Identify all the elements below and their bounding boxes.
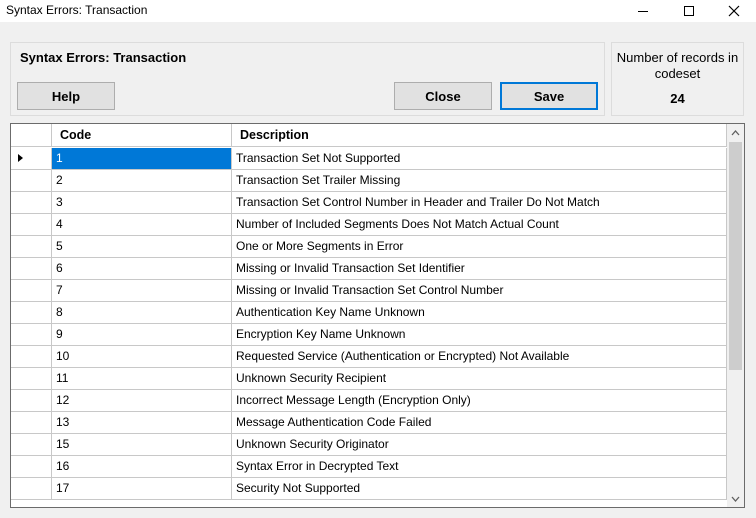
code-cell[interactable]: 12 [52, 390, 232, 411]
description-cell[interactable]: Missing or Invalid Transaction Set Ident… [232, 258, 727, 279]
scroll-up-button[interactable] [727, 124, 744, 141]
page-title: Syntax Errors: Transaction [20, 50, 187, 65]
table-row[interactable]: 5 One or More Segments in Error [11, 236, 727, 258]
table-row[interactable]: 11 Unknown Security Recipient [11, 368, 727, 390]
grid-rows: 1 Transaction Set Not Supported 2 Transacti… [11, 148, 727, 500]
window-title: Syntax Errors: Transaction [6, 3, 148, 17]
codes-grid[interactable]: Code Description 1 Transaction Set Not Su… [10, 123, 745, 508]
table-row[interactable]: 8 Authentication Key Name Unknown [11, 302, 727, 324]
description-cell[interactable]: Transaction Set Control Number in Header… [232, 192, 727, 213]
table-row[interactable]: 15 Unknown Security Originator [11, 434, 727, 456]
description-cell[interactable]: Security Not Supported [232, 478, 727, 499]
scrollbar-thumb[interactable] [729, 142, 742, 370]
row-selector[interactable] [11, 478, 52, 499]
description-cell[interactable]: Transaction Set Trailer Missing [232, 170, 727, 191]
column-header-code[interactable]: Code [52, 124, 232, 146]
description-cell[interactable]: Transaction Set Not Supported [232, 148, 727, 169]
row-selector[interactable] [11, 368, 52, 389]
description-cell[interactable]: Incorrect Message Length (Encryption Onl… [232, 390, 727, 411]
row-selector-header[interactable] [11, 124, 52, 146]
code-cell[interactable]: 2 [52, 170, 232, 191]
row-selector[interactable] [11, 236, 52, 257]
maximize-icon [684, 6, 694, 16]
code-cell[interactable]: 6 [52, 258, 232, 279]
record-count-panel: Number of records in codeset 24 [611, 42, 744, 116]
help-button[interactable]: Help [17, 82, 115, 110]
vertical-scrollbar[interactable] [727, 124, 744, 507]
description-cell[interactable]: Missing or Invalid Transaction Set Contr… [232, 280, 727, 301]
table-row[interactable]: 2 Transaction Set Trailer Missing [11, 170, 727, 192]
description-cell[interactable]: Requested Service (Authentication or Enc… [232, 346, 727, 367]
table-row[interactable]: 1 Transaction Set Not Supported [11, 148, 727, 170]
record-count-value: 24 [670, 91, 685, 106]
table-row[interactable]: 4 Number of Included Segments Does Not Ma… [11, 214, 727, 236]
minimize-button[interactable] [620, 0, 666, 22]
table-row[interactable]: 6 Missing or Invalid Transaction Set Iden… [11, 258, 727, 280]
code-cell[interactable]: 17 [52, 478, 232, 499]
code-cell[interactable]: 16 [52, 456, 232, 477]
row-selector[interactable] [11, 434, 52, 455]
chevron-up-icon [731, 129, 740, 135]
record-count-label: Number of records in codeset [616, 50, 739, 81]
code-cell[interactable]: 13 [52, 412, 232, 433]
row-pointer-icon [18, 154, 23, 162]
code-cell[interactable]: 7 [52, 280, 232, 301]
description-cell[interactable]: Authentication Key Name Unknown [232, 302, 727, 323]
table-row[interactable]: 3 Transaction Set Control Number in Heade… [11, 192, 727, 214]
code-cell[interactable]: 1 [52, 148, 232, 169]
row-selector[interactable] [11, 456, 52, 477]
table-row[interactable]: 9 Encryption Key Name Unknown [11, 324, 727, 346]
window-close-button[interactable] [711, 0, 756, 22]
table-row[interactable]: 7 Missing or Invalid Transaction Set Cont… [11, 280, 727, 302]
row-selector[interactable] [11, 214, 52, 235]
description-cell[interactable]: Unknown Security Recipient [232, 368, 727, 389]
code-cell[interactable]: 4 [52, 214, 232, 235]
grid-header: Code Description [11, 124, 727, 147]
row-selector[interactable] [11, 192, 52, 213]
code-cell[interactable]: 10 [52, 346, 232, 367]
row-selector[interactable] [11, 280, 52, 301]
description-cell[interactable]: Message Authentication Code Failed [232, 412, 727, 433]
code-cell[interactable]: 5 [52, 236, 232, 257]
table-row[interactable]: 17 Security Not Supported [11, 478, 727, 500]
row-selector[interactable] [11, 346, 52, 367]
close-icon [728, 5, 740, 17]
row-selector[interactable] [11, 412, 52, 433]
row-selector[interactable] [11, 258, 52, 279]
description-cell[interactable]: Syntax Error in Decrypted Text [232, 456, 727, 477]
description-cell[interactable]: Number of Included Segments Does Not Mat… [232, 214, 727, 235]
row-selector[interactable] [11, 390, 52, 411]
code-cell[interactable]: 15 [52, 434, 232, 455]
row-selector[interactable] [11, 302, 52, 323]
minimize-icon [638, 10, 648, 12]
description-cell[interactable]: Encryption Key Name Unknown [232, 324, 727, 345]
row-selector[interactable] [11, 148, 52, 169]
close-button[interactable]: Close [394, 82, 492, 110]
table-row[interactable]: 13 Message Authentication Code Failed [11, 412, 727, 434]
code-cell[interactable]: 8 [52, 302, 232, 323]
table-row[interactable]: 16 Syntax Error in Decrypted Text [11, 456, 727, 478]
description-cell[interactable]: Unknown Security Originator [232, 434, 727, 455]
row-selector[interactable] [11, 324, 52, 345]
table-row[interactable]: 12 Incorrect Message Length (Encryption O… [11, 390, 727, 412]
table-row[interactable]: 10 Requested Service (Authentication or E… [11, 346, 727, 368]
chevron-down-icon [731, 496, 740, 502]
description-cell[interactable]: One or More Segments in Error [232, 236, 727, 257]
code-cell[interactable]: 9 [52, 324, 232, 345]
title-bar: Syntax Errors: Transaction [0, 0, 756, 22]
row-selector[interactable] [11, 170, 52, 191]
code-cell[interactable]: 11 [52, 368, 232, 389]
scroll-down-button[interactable] [727, 490, 744, 507]
save-button[interactable]: Save [500, 82, 598, 110]
code-cell[interactable]: 3 [52, 192, 232, 213]
column-header-description[interactable]: Description [232, 124, 727, 146]
maximize-button[interactable] [666, 0, 712, 22]
